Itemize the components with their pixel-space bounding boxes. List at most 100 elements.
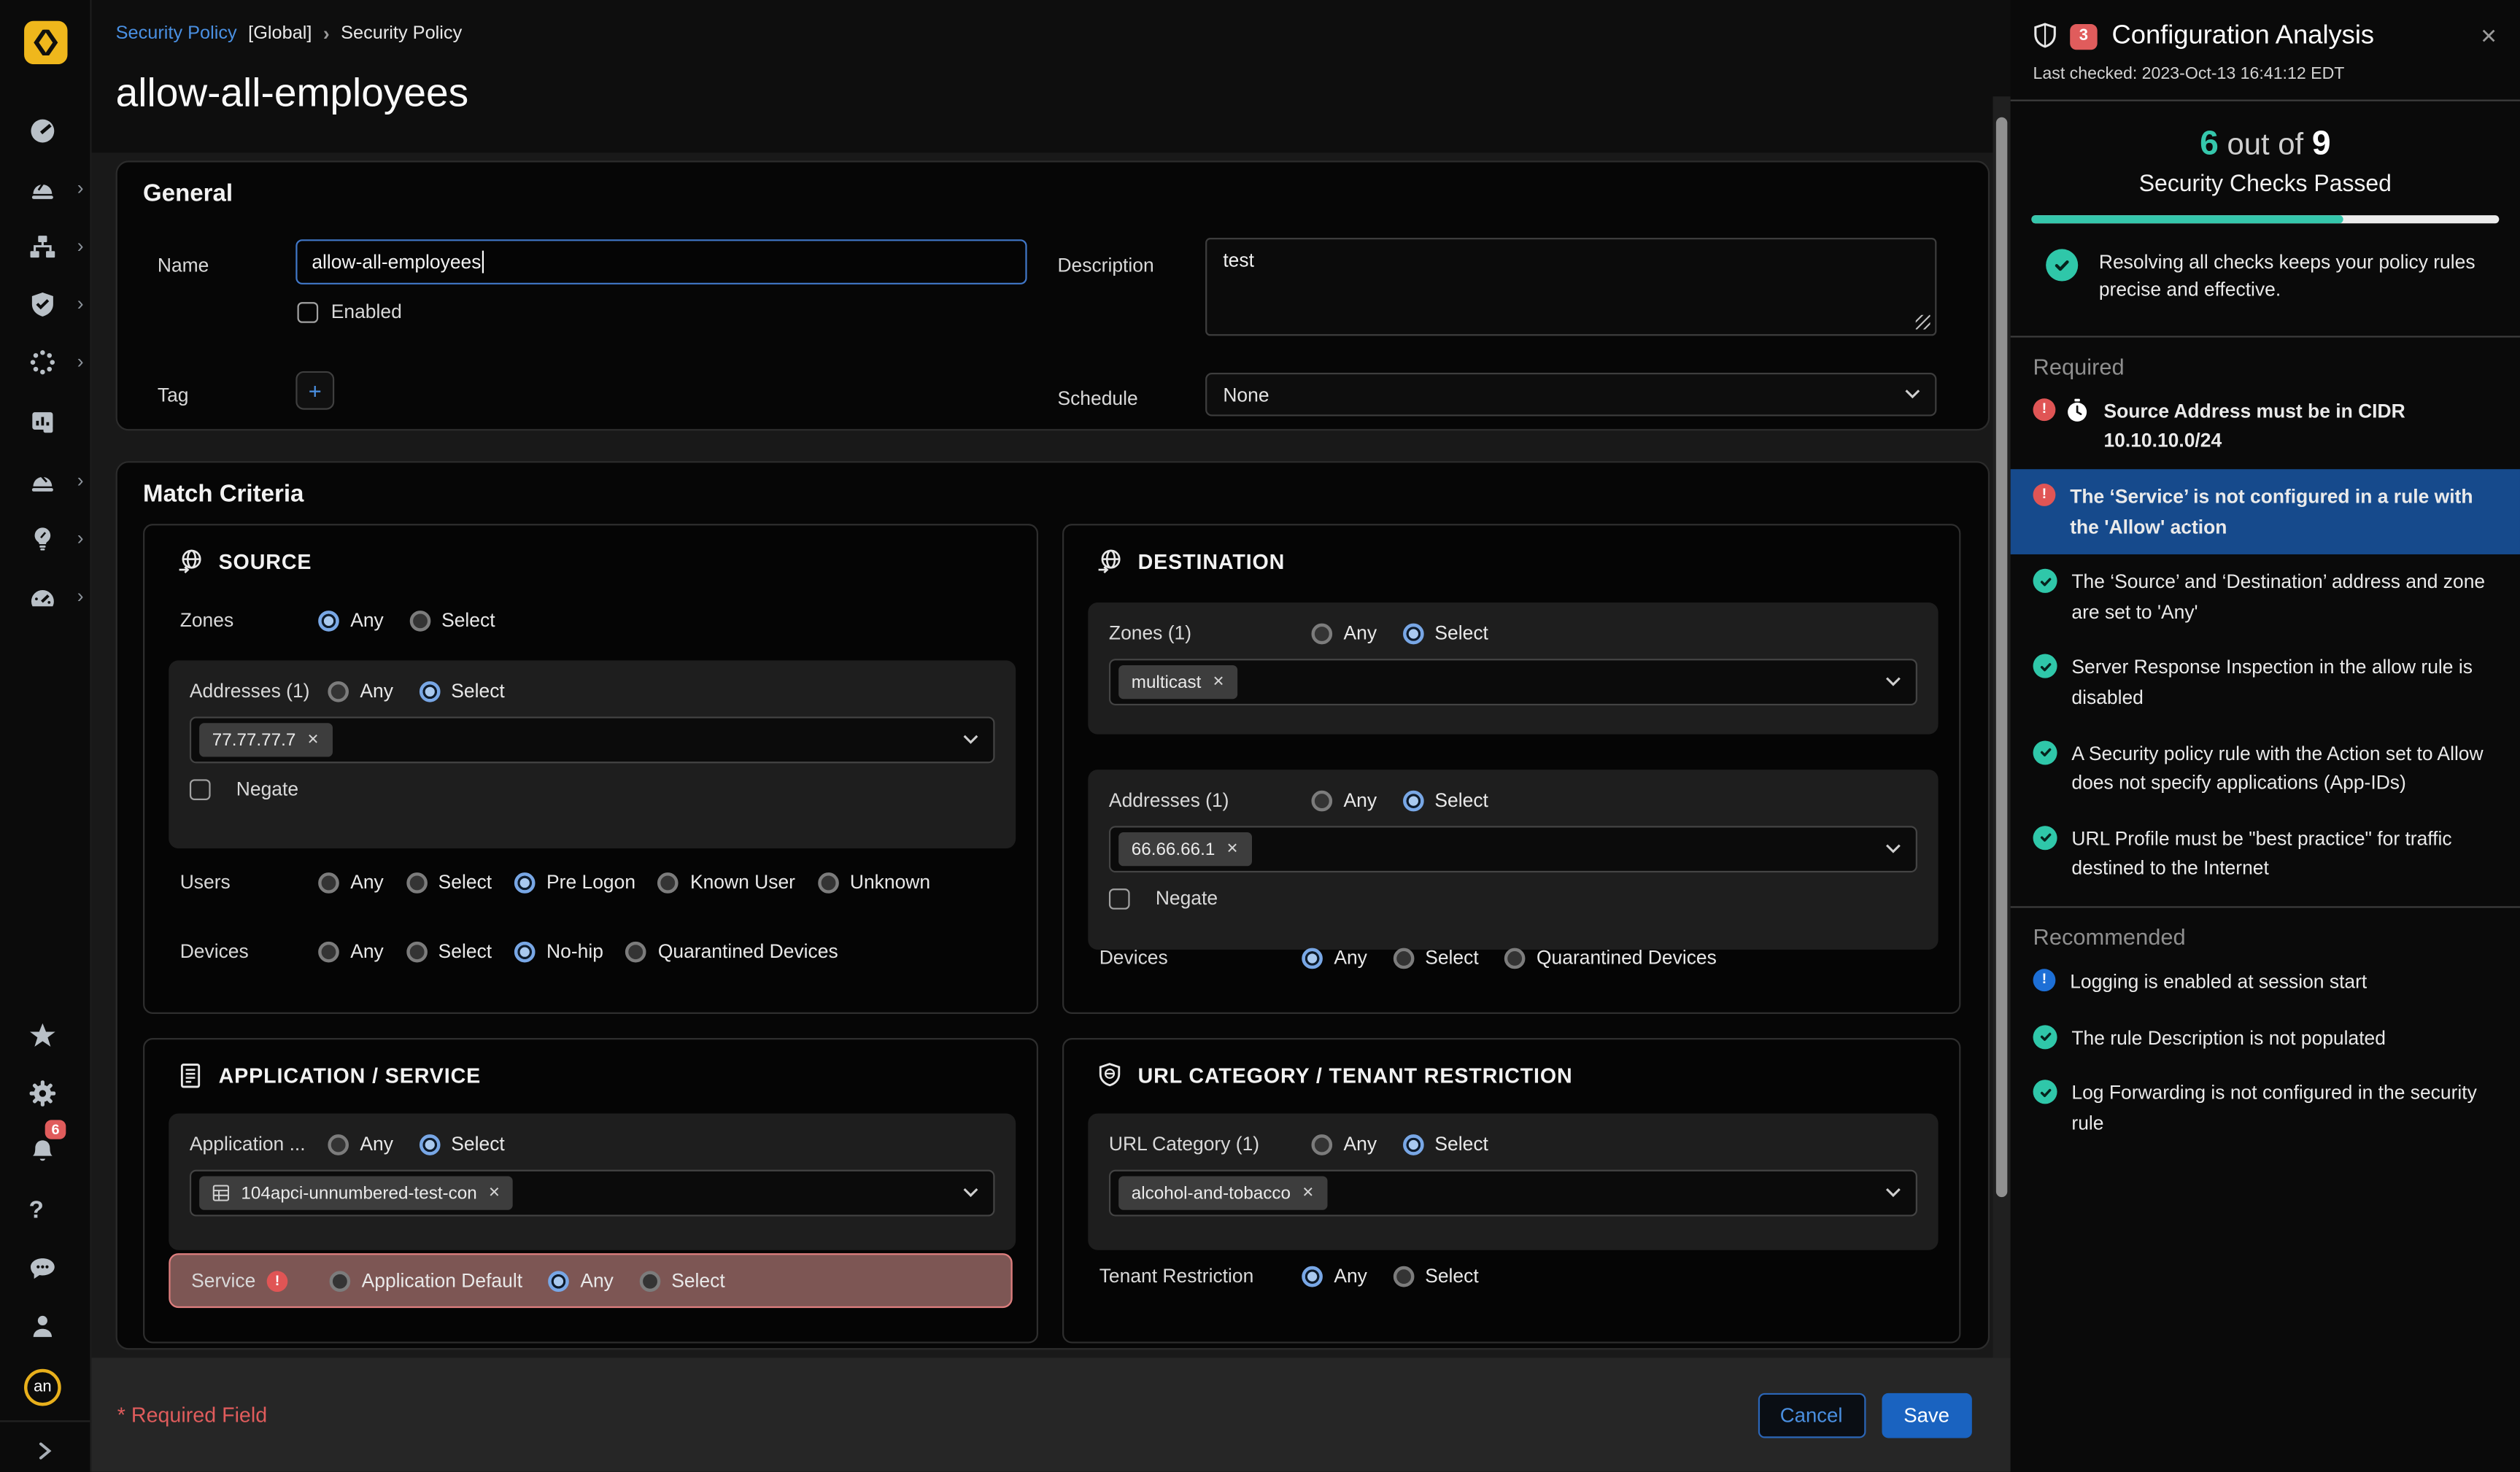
- radio-icon: [1311, 1134, 1332, 1155]
- application-combo[interactable]: 104apci-unnumbered-test-con✕: [190, 1170, 995, 1217]
- add-tag-button[interactable]: +: [295, 371, 334, 410]
- radio-option[interactable]: Select: [419, 680, 505, 702]
- sidebar-item-insights[interactable]: ›: [0, 514, 92, 562]
- chip[interactable]: 77.77.77.7✕: [199, 723, 332, 756]
- radio-option[interactable]: Any: [328, 1133, 393, 1155]
- remove-chip-icon[interactable]: ✕: [1302, 1184, 1314, 1201]
- sidebar-item-settings[interactable]: [0, 1069, 92, 1117]
- radio-option[interactable]: Any: [1302, 1265, 1367, 1287]
- radio-option[interactable]: Select: [406, 940, 492, 963]
- check-item[interactable]: !Source Address must be in CIDR 10.10.10…: [2011, 384, 2520, 469]
- radio-option[interactable]: Application Default: [330, 1269, 522, 1292]
- radio-option[interactable]: Any: [548, 1269, 614, 1292]
- chip[interactable]: 104apci-unnumbered-test-con✕: [199, 1176, 513, 1209]
- url-category-group: URL Category (1) Any Select alcohol-and-t…: [1088, 1114, 1938, 1250]
- enabled-checkbox[interactable]: [298, 301, 319, 322]
- radio-option[interactable]: Any: [318, 940, 384, 963]
- sidebar-item-account[interactable]: an: [0, 1363, 92, 1411]
- radio-option[interactable]: Any: [1311, 621, 1377, 644]
- sidebar-item-chat[interactable]: [0, 1244, 92, 1292]
- sidebar-item-incidents[interactable]: ›: [0, 164, 92, 212]
- check-item[interactable]: Server Response Inspection in the allow …: [2011, 640, 2520, 725]
- main-scrollbar[interactable]: [1993, 96, 2010, 1357]
- radio-option[interactable]: Any: [1302, 946, 1367, 969]
- check-item[interactable]: The rule Description is not populated: [2011, 1010, 2520, 1065]
- schedule-label: Schedule: [1057, 387, 1137, 410]
- radio-option[interactable]: Select: [406, 871, 492, 894]
- check-item[interactable]: Log Forwarding is not configured in the …: [2011, 1066, 2520, 1151]
- radio-option[interactable]: No-hip: [514, 940, 603, 963]
- sidebar-item-network[interactable]: ›: [0, 222, 92, 270]
- chip[interactable]: multicast✕: [1118, 665, 1237, 699]
- radio-option[interactable]: Select: [1402, 1133, 1488, 1155]
- sidebar-item-workflows[interactable]: ›: [0, 338, 92, 386]
- destination-addresses-combo[interactable]: 66.66.66.1✕: [1109, 826, 1917, 872]
- radio-option[interactable]: Select: [1393, 1265, 1479, 1287]
- sidebar-item-dashboard[interactable]: [0, 106, 92, 154]
- sidebar-item-help[interactable]: ?: [0, 1186, 92, 1234]
- radio-label: Select: [1425, 946, 1478, 969]
- chip[interactable]: alcohol-and-tobacco✕: [1118, 1176, 1327, 1209]
- remove-chip-icon[interactable]: ✕: [1226, 840, 1239, 858]
- radio-option[interactable]: Select: [409, 609, 495, 632]
- destination-negate-row[interactable]: Negate: [1109, 887, 1917, 910]
- resize-grip-icon[interactable]: [1916, 315, 1930, 330]
- save-button[interactable]: Save: [1881, 1392, 1971, 1438]
- sidebar-item-alerts[interactable]: ›: [0, 457, 92, 505]
- sidebar-item-notifications[interactable]: 6: [0, 1126, 92, 1174]
- radio-option[interactable]: Pre Logon: [514, 871, 635, 894]
- close-icon[interactable]: ✕: [2480, 23, 2497, 49]
- check-item[interactable]: URL Profile must be "best practice" for …: [2011, 811, 2520, 896]
- scrollbar-thumb[interactable]: [1996, 117, 2007, 1197]
- sidebar-item-reports[interactable]: [0, 397, 92, 445]
- globe-arrow-icon: [177, 548, 204, 575]
- devices-label: Devices: [180, 940, 318, 963]
- chevron-down-icon: [1904, 389, 1920, 400]
- check-item[interactable]: The ‘Source’ and ‘Destination’ address a…: [2011, 554, 2520, 640]
- remove-chip-icon[interactable]: ✕: [307, 731, 320, 748]
- source-negate-row[interactable]: Negate: [190, 778, 995, 800]
- chip[interactable]: 66.66.66.1✕: [1118, 832, 1251, 866]
- radio-option[interactable]: Any: [1311, 789, 1377, 812]
- chevron-down-icon: [962, 735, 978, 745]
- check-item-text: The ‘Source’ and ‘Destination’ address a…: [2071, 568, 2497, 627]
- check-item[interactable]: !Logging is enabled at session start: [2011, 954, 2520, 1010]
- enabled-checkbox-row[interactable]: Enabled: [298, 301, 402, 323]
- description-textarea[interactable]: test: [1205, 238, 1936, 336]
- radio-icon: [658, 872, 679, 893]
- remove-chip-icon[interactable]: ✕: [1213, 673, 1225, 691]
- sidebar-item-favorites[interactable]: [0, 1011, 92, 1059]
- info-icon: !: [2033, 969, 2056, 991]
- radio-option[interactable]: Quarantined Devices: [1504, 946, 1717, 969]
- remove-chip-icon[interactable]: ✕: [488, 1184, 500, 1201]
- cancel-button[interactable]: Cancel: [1758, 1392, 1865, 1438]
- destination-zones-combo[interactable]: multicast✕: [1109, 659, 1917, 705]
- radio-option[interactable]: Known User: [658, 871, 795, 894]
- url-category-combo[interactable]: alcohol-and-tobacco✕: [1109, 1170, 1917, 1217]
- radio-option[interactable]: Select: [1402, 621, 1488, 644]
- radio-option[interactable]: Unknown: [818, 871, 930, 894]
- radio-option[interactable]: Select: [419, 1133, 505, 1155]
- name-input[interactable]: allow-all-employees: [295, 239, 1027, 284]
- sidebar-collapse-button[interactable]: [0, 1427, 92, 1472]
- sidebar-item-security[interactable]: ›: [0, 279, 92, 328]
- sidebar-item-monitor[interactable]: ›: [0, 572, 92, 620]
- radio-option[interactable]: Select: [1402, 789, 1488, 812]
- check-item[interactable]: !The ‘Service’ is not configured in a ru…: [2011, 469, 2520, 554]
- breadcrumb-link[interactable]: Security Policy: [116, 24, 237, 43]
- radio-option[interactable]: Any: [318, 609, 384, 632]
- radio-option[interactable]: Quarantined Devices: [626, 940, 838, 963]
- schedule-select[interactable]: None: [1205, 373, 1936, 416]
- panw-logo[interactable]: [24, 21, 67, 64]
- radio-option[interactable]: Any: [318, 871, 384, 894]
- negate-checkbox[interactable]: [1109, 888, 1130, 909]
- sidebar-item-user[interactable]: [0, 1301, 92, 1349]
- radio-option[interactable]: Any: [1311, 1133, 1377, 1155]
- radio-option[interactable]: Select: [639, 1269, 725, 1292]
- source-addresses-combo[interactable]: 77.77.77.7✕: [190, 716, 995, 763]
- url-category-label: URL Category (1): [1109, 1133, 1312, 1155]
- negate-checkbox[interactable]: [190, 778, 211, 799]
- check-item[interactable]: A Security policy rule with the Action s…: [2011, 726, 2520, 811]
- radio-option[interactable]: Any: [328, 680, 393, 702]
- radio-option[interactable]: Select: [1393, 946, 1479, 969]
